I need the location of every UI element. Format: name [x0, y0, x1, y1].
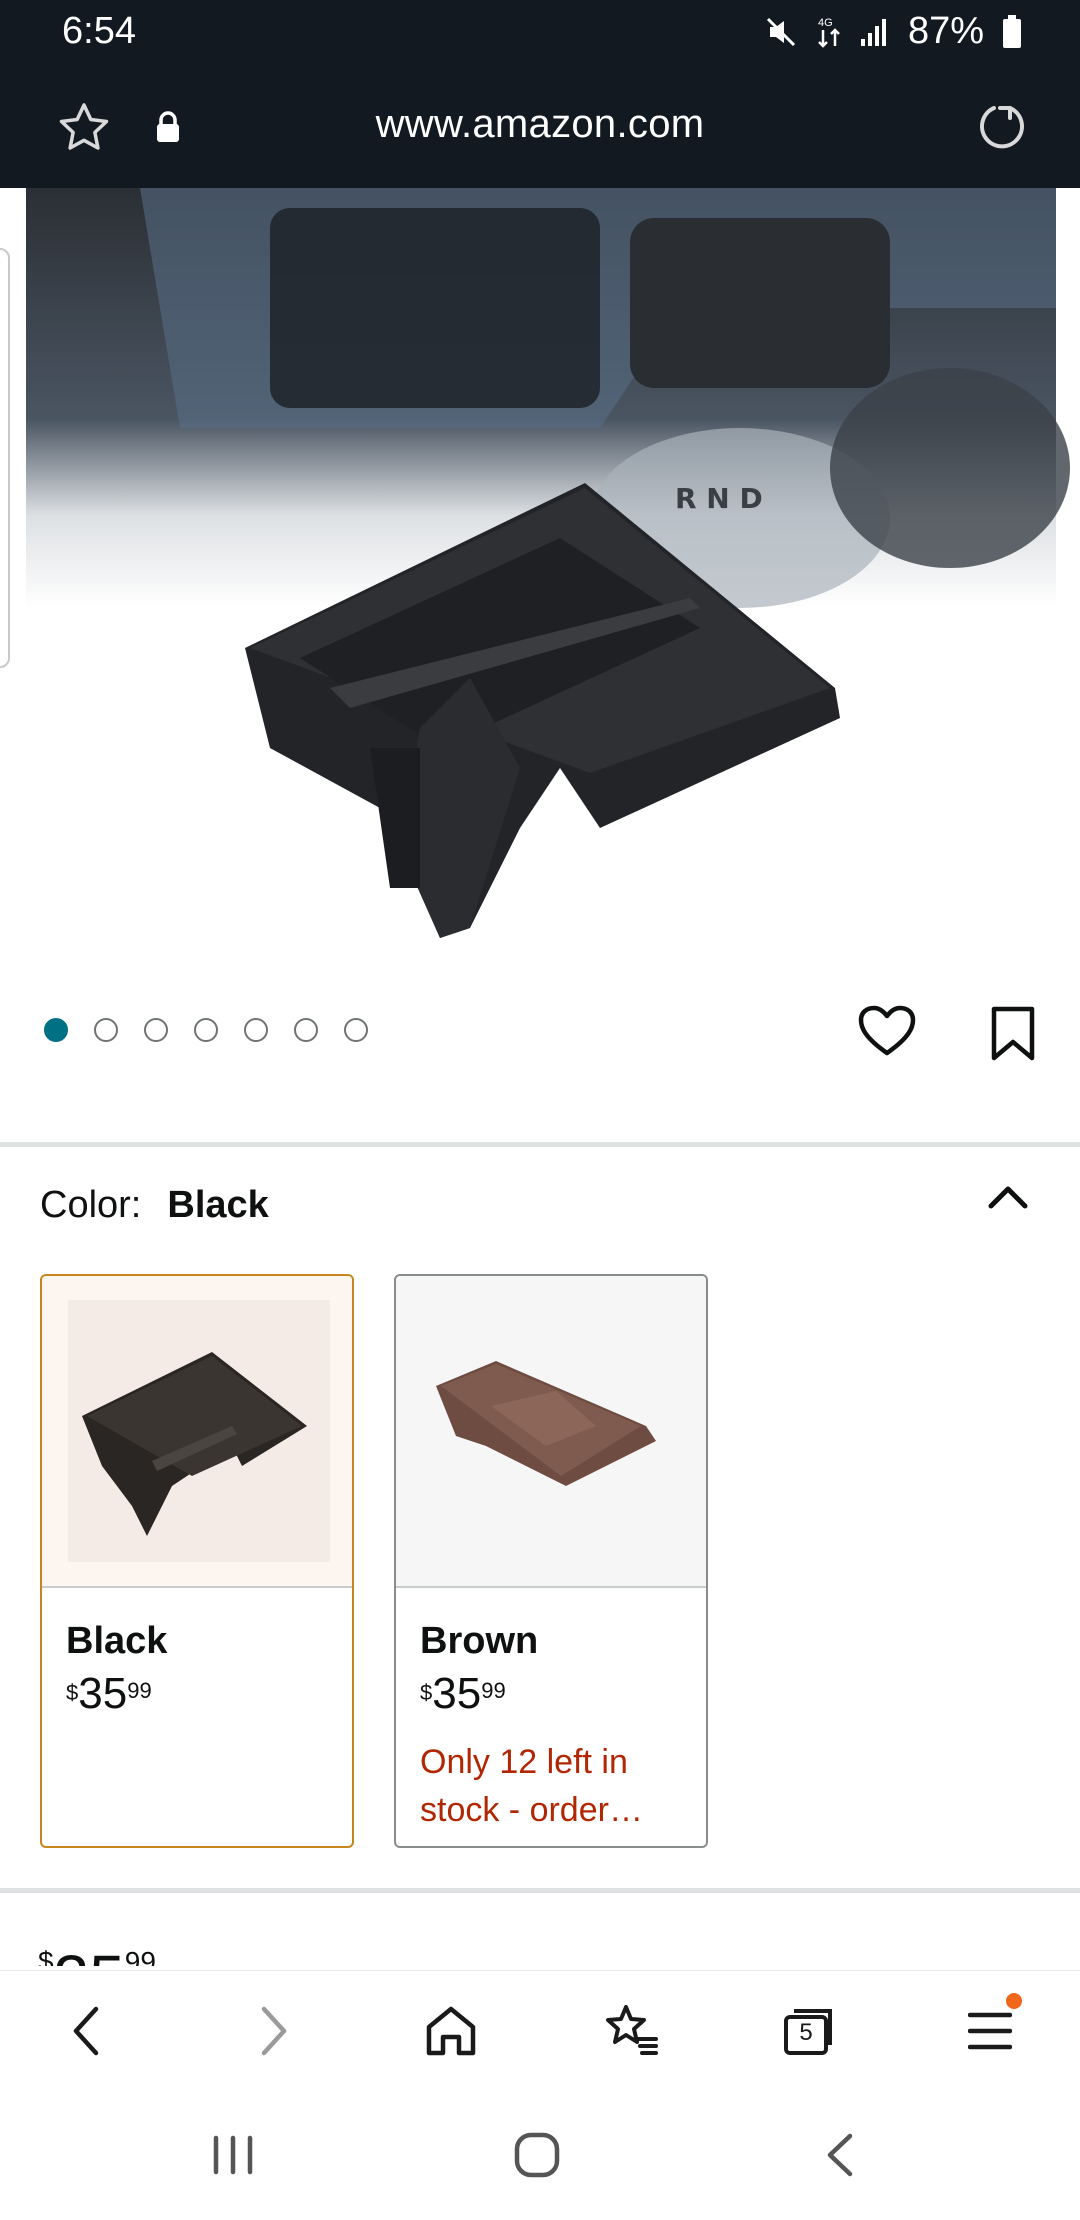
heart-icon[interactable] — [858, 1005, 916, 1057]
url-text[interactable]: www.amazon.com — [0, 102, 1080, 147]
tab-count: 5 — [799, 2019, 813, 2046]
data-transfer-icon: 4G — [818, 17, 840, 48]
product-photo: R N D — [26, 188, 1070, 938]
system-navigation — [0, 2096, 1080, 2220]
battery-icon — [1003, 14, 1021, 48]
status-bar: 6:54 4G 87% — [0, 0, 1080, 64]
reload-icon[interactable] — [976, 100, 1028, 152]
back-icon[interactable] — [66, 2001, 106, 2061]
image-carousel-dots — [44, 1018, 368, 1042]
carousel-dot[interactable] — [194, 1018, 218, 1042]
previous-image-peek — [0, 248, 10, 668]
carousel-dot[interactable] — [294, 1018, 318, 1042]
swatch-name: Black — [66, 1620, 168, 1662]
color-label: Color: — [40, 1184, 142, 1226]
system-back-icon[interactable] — [822, 2130, 858, 2180]
menu-icon — [967, 2012, 1013, 2050]
notification-dot — [1006, 1993, 1022, 2009]
color-option-brown[interactable]: Brown $ 35 99 Only 12 left in stock - or… — [394, 1274, 708, 1848]
mute-icon — [766, 17, 795, 46]
section-divider — [0, 1888, 1080, 1893]
bookmark-icon[interactable] — [990, 1006, 1036, 1062]
chevron-up-icon[interactable] — [986, 1178, 1030, 1214]
menu-button[interactable] — [967, 1993, 1022, 2061]
carousel-dot[interactable] — [94, 1018, 118, 1042]
swatch-image-brown — [396, 1276, 706, 1588]
recent-apps-icon[interactable] — [210, 2130, 256, 2180]
product-image[interactable]: R N D — [0, 188, 1080, 988]
section-divider — [0, 1142, 1080, 1147]
battery-percent: 87% — [907, 10, 984, 52]
svg-text:4G: 4G — [818, 17, 833, 29]
bookmarks-icon[interactable] — [600, 2001, 660, 2061]
home-icon[interactable] — [424, 2001, 478, 2061]
color-selected-value: Black — [167, 1184, 269, 1226]
color-selector-header: Color: Black — [40, 1184, 269, 1227]
carousel-dot[interactable] — [344, 1018, 368, 1042]
swatch-price: $ 35 99 — [420, 1669, 506, 1718]
forward-icon[interactable] — [254, 2001, 294, 2061]
swatch-name: Brown — [420, 1620, 539, 1662]
status-icons: 4G 87% — [764, 10, 1022, 53]
color-option-black[interactable]: Black $ 35 99 — [40, 1274, 354, 1848]
home-circle-icon[interactable] — [512, 2130, 562, 2180]
url-bar: www.amazon.com — [0, 64, 1080, 188]
stock-note: Only 12 left in stock - order… — [420, 1743, 643, 1829]
tabs-button[interactable]: 5 — [780, 2001, 840, 2061]
carousel-dot[interactable] — [244, 1018, 268, 1042]
browser-toolbar: 5 — [0, 1970, 1080, 2096]
status-time: 6:54 — [62, 10, 136, 52]
svg-text:R N D: R N D — [675, 482, 763, 515]
main-price-partial: $ 35 99 — [38, 1946, 156, 1966]
swatch-price: $ 35 99 — [66, 1669, 152, 1718]
swatch-image-black — [42, 1276, 352, 1588]
carousel-dot[interactable] — [144, 1018, 168, 1042]
carousel-dot[interactable] — [44, 1018, 68, 1042]
signal-icon — [860, 18, 886, 46]
